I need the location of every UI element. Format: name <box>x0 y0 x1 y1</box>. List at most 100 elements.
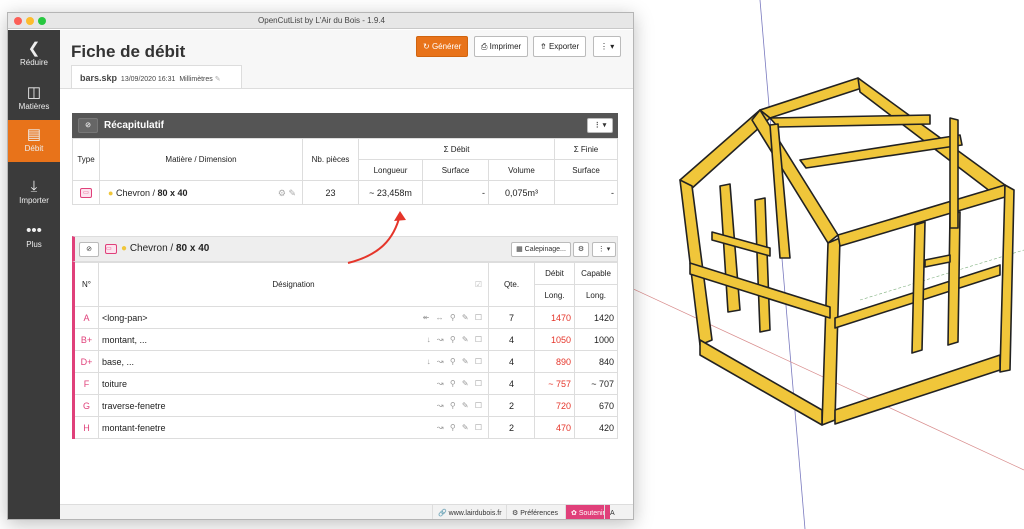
capable-cell: ~ 707 <box>574 372 618 395</box>
designation-cell: <long-pan> ↞ ↔ ⚲ ✎ ☐ <box>98 306 489 329</box>
row-actions-icon[interactable]: ↓ ↝ ⚲ ✎ ☐ <box>427 357 484 366</box>
cutlist-icon: ▤ <box>26 126 42 143</box>
opencutlist-window: OpenCutList by L'Air du Bois - 1.9.4 ❮ R… <box>7 12 634 520</box>
select-all-checkbox[interactable]: ☑ <box>475 280 482 289</box>
table-row[interactable]: D+ base, ... ↓ ↝ ⚲ ✎ ☐ 4 890 840 <box>73 350 618 373</box>
zoom-window-button[interactable] <box>38 17 46 25</box>
edit-icon[interactable]: ⚙ ✎ <box>278 188 296 199</box>
debit-cell: ~ 757 <box>534 372 575 395</box>
settings-icon[interactable]: ⚙ <box>573 242 589 257</box>
sidebar-item-matieres[interactable]: ◫ Matières <box>8 78 60 120</box>
capable-cell: 420 <box>574 416 618 439</box>
close-window-button[interactable] <box>14 17 22 25</box>
designation-cell: montant, ... ↓ ↝ ⚲ ✎ ☐ <box>98 328 489 351</box>
type-cell: ▭ <box>72 180 100 205</box>
part-name: montant, ... <box>102 334 148 345</box>
designation-cell: traverse-fenetre ↝ ⚲ ✎ ☐ <box>98 394 489 417</box>
row-actions-icon[interactable]: ↓ ↝ ⚲ ✎ ☐ <box>427 335 484 344</box>
col-debit: Débit <box>534 262 575 285</box>
part-name: toiture <box>102 378 128 389</box>
summary-options-button[interactable]: ⋮ ▾ <box>587 118 613 133</box>
generate-button[interactable]: ↻ Générer <box>416 36 469 57</box>
eye-slash-icon[interactable]: ⊘ <box>79 242 99 257</box>
table-row[interactable]: B+ montant, ... ↓ ↝ ⚲ ✎ ☐ 4 1050 1000 <box>73 328 618 351</box>
col-count: Nb. pièces <box>302 138 359 181</box>
summary-title: Récapitulatif <box>104 120 165 131</box>
col-capable-long: Long. <box>574 284 618 307</box>
col-finie: Σ Finie <box>554 138 618 160</box>
window-titlebar: OpenCutList by L'Air du Bois - 1.9.4 <box>8 13 633 29</box>
debit-cell: 720 <box>534 394 575 417</box>
group-options-button[interactable]: ⋮ ▾ <box>592 242 616 257</box>
sidebar-item-label: Réduire <box>19 58 48 67</box>
about-button[interactable]: A propos <box>604 505 633 519</box>
print-button[interactable]: ⎙ Imprimer <box>474 36 529 57</box>
part-id: H <box>73 416 99 439</box>
col-debit-long: Long. <box>534 284 575 307</box>
qty-cell: 4 <box>488 350 535 373</box>
sidebar-item-label: Importer <box>19 196 49 205</box>
main-panel: Fiche de débit ↻ Générer ⎙ Imprimer ⇮ Ex… <box>60 30 633 519</box>
parts-table: N° Désignation ☑ Qte. Débit Capable Long… <box>72 262 618 439</box>
table-row[interactable]: F toiture ↝ ⚲ ✎ ☐ 4 ~ 757 ~ 707 <box>73 372 618 395</box>
surface-cell: - <box>422 180 489 205</box>
page-title: Fiche de débit <box>71 42 186 61</box>
row-actions-icon[interactable]: ↞ ↔ ⚲ ✎ ☐ <box>423 313 484 322</box>
row-actions-icon[interactable]: ↝ ⚲ ✎ ☐ <box>437 379 484 388</box>
table-row[interactable]: H montant-fenetre ↝ ⚲ ✎ ☐ 2 470 420 <box>73 416 618 439</box>
wood-frame-model[interactable] <box>679 77 1015 426</box>
generate-label: Générer <box>431 42 462 51</box>
annotation-arrow <box>347 211 406 264</box>
sidebar-item-label: Matières <box>18 102 50 111</box>
part-name: traverse-fenetre <box>102 400 166 411</box>
debit-cell: 1470 <box>534 306 575 329</box>
col-capable: Capable <box>574 262 618 285</box>
more-options-button[interactable]: ⋮ ▾ <box>593 36 622 57</box>
count-cell: 23 <box>302 180 359 205</box>
qty-cell: 7 <box>488 306 535 329</box>
debit-cell: 890 <box>534 350 575 373</box>
sidebar-item-label: Plus <box>26 240 42 249</box>
material-cell: ● Chevron / 80 x 40 ⚙ ✎ <box>99 180 303 205</box>
capable-cell: 840 <box>574 350 618 373</box>
debit-cell: 470 <box>534 416 575 439</box>
part-id: A <box>73 306 99 329</box>
designation-cell: montant-fenetre ↝ ⚲ ✎ ☐ <box>98 416 489 439</box>
import-icon: ⤓ <box>30 178 38 195</box>
table-row[interactable]: ▭ ● Chevron / 80 x 40 ⚙ ✎ 23 ~ 23,458m -… <box>72 180 618 205</box>
qty-cell: 4 <box>488 328 535 351</box>
website-link[interactable]: 🔗 www.lairdubois.fr <box>432 505 507 519</box>
calepinage-button[interactable]: ▦ Calepinage... <box>511 242 571 257</box>
export-button[interactable]: ⇮ Exporter <box>533 36 587 57</box>
sidebar-item-reduire[interactable]: ❮ Réduire <box>8 34 60 76</box>
finished-surface-cell: - <box>554 180 618 205</box>
cutlist-content: ⊘ Récapitulatif ⋮ ▾ Type Matière / Dimen… <box>60 88 633 508</box>
minimize-window-button[interactable] <box>26 17 34 25</box>
table-row[interactable]: A <long-pan> ↞ ↔ ⚲ ✎ ☐ 7 1470 1420 <box>73 306 618 329</box>
length-unit: Millimètres <box>179 76 213 83</box>
debit-cell: 1050 <box>534 328 575 351</box>
material-dimension: 80 x 40 <box>157 187 188 198</box>
part-id: B+ <box>73 328 99 351</box>
pencil-icon[interactable]: ✎ <box>215 76 221 83</box>
row-actions-icon[interactable]: ↝ ⚲ ✎ ☐ <box>437 401 484 410</box>
eye-slash-icon[interactable]: ⊘ <box>78 118 98 133</box>
table-row[interactable]: G traverse-fenetre ↝ ⚲ ✎ ☐ 2 720 670 <box>73 394 618 417</box>
col-debit: Σ Débit <box>358 138 555 160</box>
part-id: G <box>73 394 99 417</box>
row-actions-icon[interactable]: ↝ ⚲ ✎ ☐ <box>437 423 484 432</box>
preferences-button[interactable]: ⚙ Préférences <box>506 505 563 519</box>
file-name: bars.skp <box>80 73 118 83</box>
summary-header: ⊘ Récapitulatif ⋮ ▾ <box>72 113 618 138</box>
capable-cell: 1420 <box>574 306 618 329</box>
export-label: Exporter <box>548 42 580 51</box>
col-material: Matière / Dimension <box>99 138 303 181</box>
col-finished-surface: Surface <box>554 159 618 181</box>
qty-cell: 4 <box>488 372 535 395</box>
calepinage-label: Calepinage... <box>524 246 566 253</box>
file-tab[interactable]: bars.skp 13/09/2020 16:31 Millimètres ✎ <box>71 65 242 89</box>
sidebar-item-plus[interactable]: ••• Plus <box>8 216 60 258</box>
sidebar-item-importer[interactable]: ⤓ Importer <box>8 172 60 214</box>
sidebar-item-debit[interactable]: ▤ Débit <box>8 120 60 162</box>
part-name: montant-fenetre <box>102 422 166 433</box>
